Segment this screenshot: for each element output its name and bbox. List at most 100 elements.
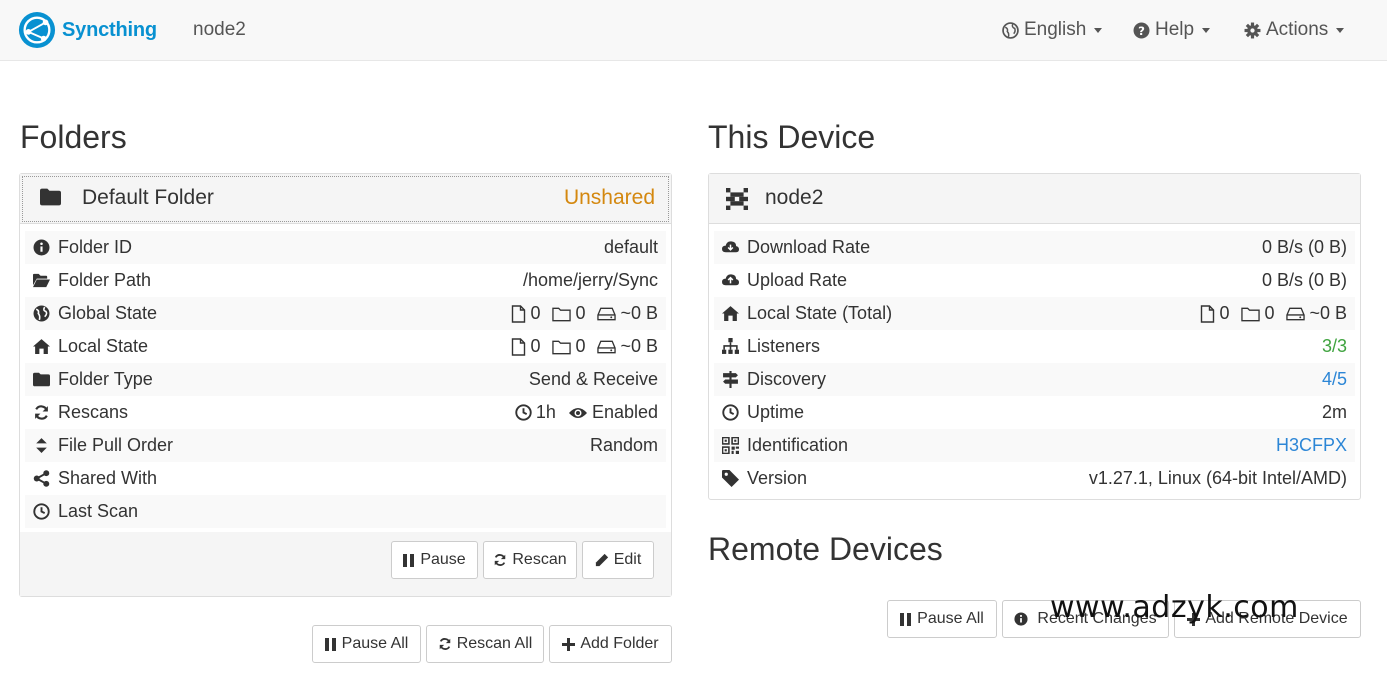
this-device-panel: node2 Download Rate 0 B/s (0 B) Upload R…: [708, 173, 1361, 500]
local-state-total-row: Local State (Total) 0 0 ~0 B: [714, 297, 1355, 330]
pause-folder-button[interactable]: Pause: [391, 541, 478, 579]
home-icon: [33, 339, 50, 354]
file-icon: [1201, 304, 1215, 323]
identification-value[interactable]: H3CFPX: [1276, 435, 1347, 456]
shared-with-row: Shared With: [25, 462, 666, 495]
pause-all-devices-button[interactable]: Pause All: [887, 600, 997, 638]
pause-all-folders-button[interactable]: Pause All: [312, 625, 421, 663]
remote-devices-title: Remote Devices: [708, 531, 943, 567]
discovery-label: Discovery: [747, 369, 827, 389]
pause-icon: [403, 553, 415, 567]
pull-order-label: File Pull Order: [58, 435, 174, 455]
this-device-details: Download Rate 0 B/s (0 B) Upload Rate 0 …: [714, 231, 1355, 495]
local-state-total-label: Local State (Total): [747, 303, 893, 323]
help-menu[interactable]: ? Help: [1133, 19, 1211, 41]
navbar: Syncthing node2 English ? Help Actions: [0, 0, 1387, 61]
folder-open-icon: [33, 273, 50, 288]
folder-outline-icon: [552, 307, 572, 321]
caret-down-icon: [1202, 27, 1211, 33]
folder-type-value: Send & Receive: [528, 369, 658, 389]
local-state-label: Local State: [58, 336, 149, 356]
upload-rate-row: Upload Rate 0 B/s (0 B): [714, 264, 1355, 297]
brand-name: Syncthing: [62, 18, 157, 41]
edit-folder-button[interactable]: Edit: [582, 541, 654, 579]
sitemap-icon: [722, 338, 739, 354]
hdd-icon: [1286, 307, 1306, 320]
upload-rate-label: Upload Rate: [747, 270, 848, 290]
uptime-value: 2m: [1321, 402, 1347, 422]
globe-icon: [33, 305, 50, 322]
question-circle-icon: ?: [1133, 22, 1150, 38]
version-row: Version v1.27.1, Linux (64-bit Intel/AMD…: [714, 462, 1355, 495]
actions-menu[interactable]: Actions: [1244, 19, 1345, 41]
listeners-value[interactable]: 3/3: [1322, 336, 1347, 357]
home-icon: [722, 306, 739, 321]
folder-panel-footer: Pause Rescan Edit: [20, 532, 671, 596]
file-icon: [512, 337, 526, 356]
total-files-count: 0: [1219, 303, 1230, 323]
upload-rate-value: 0 B/s (0 B): [1261, 270, 1347, 290]
discovery-value[interactable]: 4/5: [1322, 369, 1347, 390]
folder-panel: Default Folder Unshared Folder ID defaul…: [19, 173, 672, 597]
total-size: ~0 B: [1309, 303, 1347, 323]
global-state-row: Global State 0 0 ~0 B: [25, 297, 666, 330]
folder-path-value: /home/jerry/Sync: [522, 270, 658, 290]
svg-text:?: ?: [1138, 23, 1145, 37]
local-size: ~0 B: [620, 336, 658, 356]
pull-order-value: Random: [589, 435, 658, 455]
brand[interactable]: Syncthing: [18, 10, 157, 50]
file-icon: [512, 304, 526, 323]
language-menu[interactable]: English: [1002, 19, 1103, 41]
rescans-label: Rescans: [58, 402, 129, 422]
add-folder-button[interactable]: Add Folder: [549, 625, 672, 663]
identification-label: Identification: [747, 435, 849, 455]
rescan-all-button[interactable]: Rescan All: [426, 625, 544, 663]
folder-icon: [40, 188, 61, 206]
language-label: English: [1024, 19, 1087, 40]
shared-with-label: Shared With: [58, 468, 158, 488]
pull-order-row: File Pull Order Random: [25, 429, 666, 462]
last-scan-label: Last Scan: [58, 501, 139, 521]
rescan-folder-button[interactable]: Rescan: [483, 541, 577, 579]
folder-id-label: Folder ID: [58, 237, 133, 257]
version-label: Version: [747, 468, 808, 488]
clock-icon: [722, 404, 739, 421]
download-rate-label: Download Rate: [747, 237, 871, 257]
discovery-row: Discovery 4/5: [714, 363, 1355, 396]
uptime-row: Uptime 2m: [714, 396, 1355, 429]
sort-icon: [36, 438, 47, 453]
folder-panel-heading[interactable]: Default Folder Unshared: [20, 174, 671, 224]
folder-outline-icon: [1241, 307, 1261, 321]
gear-icon: [1244, 22, 1261, 38]
folder-type-label: Folder Type: [58, 369, 153, 389]
folder-type-row: Folder Type Send & Receive: [25, 363, 666, 396]
global-size: ~0 B: [620, 303, 658, 323]
version-value: v1.27.1, Linux (64-bit Intel/AMD): [1088, 468, 1347, 488]
folder-id-row: Folder ID default: [25, 231, 666, 264]
folder-id-value: default: [603, 237, 658, 257]
pencil-icon: [595, 553, 608, 567]
folder-icon: [33, 372, 50, 387]
eye-icon: [568, 407, 587, 418]
folder-path-row: Folder Path /home/jerry/Sync: [25, 264, 666, 297]
rescans-row: Rescans 1h Enabled: [25, 396, 666, 429]
folder-path-label: Folder Path: [58, 270, 152, 290]
local-state-row: Local State 0 0 ~0 B: [25, 330, 666, 363]
watch-status: Enabled: [591, 402, 658, 422]
this-device-heading: node2: [709, 174, 1360, 224]
info-circle-icon: [1014, 612, 1028, 626]
identification-row: Identification H3CFPX: [714, 429, 1355, 462]
global-state-label: Global State: [58, 303, 158, 323]
globe-icon: [1002, 21, 1019, 39]
folders-title: Folders: [20, 119, 127, 155]
this-device-name: node2: [765, 186, 824, 209]
caret-down-icon: [1336, 27, 1345, 33]
download-rate-row: Download Rate 0 B/s (0 B): [714, 231, 1355, 264]
device-identicon-icon: [726, 188, 748, 210]
header-device-name: node2: [193, 19, 246, 40]
actions-label: Actions: [1266, 19, 1329, 40]
pause-icon: [324, 637, 336, 651]
plus-icon: [562, 637, 576, 651]
syncthing-logo-icon: [18, 11, 56, 49]
refresh-icon: [495, 554, 506, 566]
